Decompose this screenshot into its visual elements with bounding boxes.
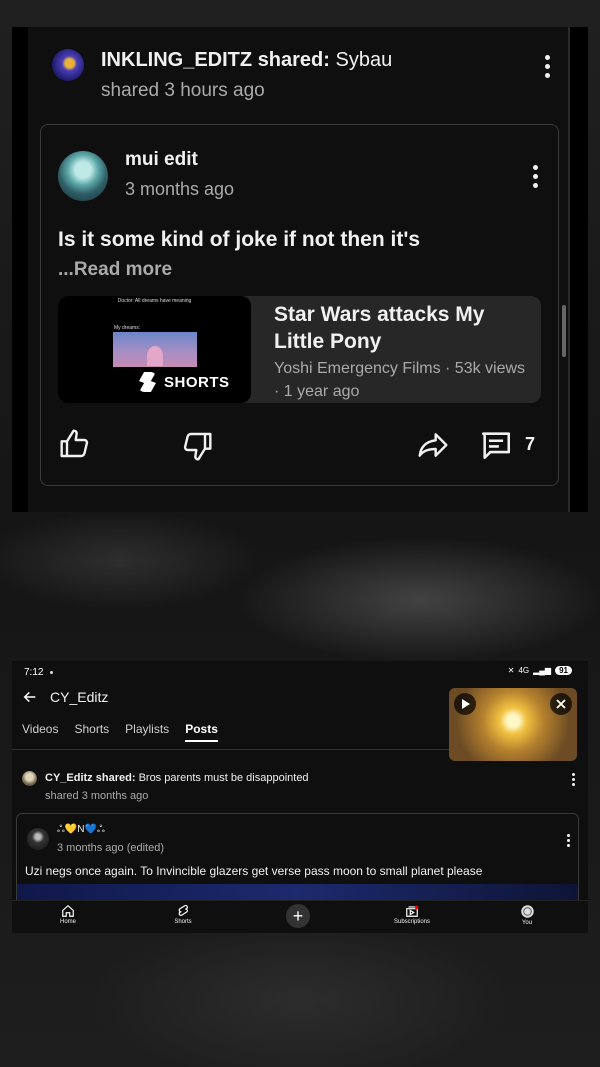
shorts-badge: SHORTS	[139, 372, 230, 392]
nav-subscriptions-label: Subscriptions	[393, 919, 431, 925]
post-more-options-icon[interactable]	[567, 834, 570, 847]
shared-label: shared:	[257, 49, 330, 71]
post-body: Uzi negs once again. To Invincible glaze…	[25, 864, 483, 878]
shorts-icon	[178, 904, 188, 916]
nav-home[interactable]: Home	[38, 904, 98, 925]
shared-text: Bros parents must be disappointed	[138, 772, 309, 784]
thumbnail-image	[113, 332, 197, 367]
shared-time: shared 3 months ago	[45, 790, 149, 802]
mini-player[interactable]	[449, 688, 577, 761]
comment-icon[interactable]	[479, 428, 513, 462]
close-icon	[556, 699, 566, 709]
plus-icon: +	[292, 906, 304, 926]
you-avatar-icon	[520, 905, 534, 918]
author-avatar[interactable]	[27, 828, 49, 850]
nav-home-label: Home	[59, 919, 76, 925]
post-author[interactable]: mui edit	[125, 149, 198, 171]
post-time: 3 months ago	[125, 179, 235, 199]
back-arrow-icon[interactable]	[22, 689, 38, 705]
nav-shorts-label: Shorts	[174, 919, 192, 925]
more-options-icon[interactable]	[545, 55, 550, 78]
video-attachment[interactable]: Doctor: All dreams have meaning My dream…	[58, 296, 541, 403]
dislike-icon[interactable]	[181, 430, 213, 462]
tab-posts[interactable]: Posts	[185, 722, 218, 742]
video-thumbnail[interactable]: Doctor: All dreams have meaning My dream…	[58, 296, 251, 403]
home-icon	[62, 904, 74, 917]
share-icon[interactable]	[416, 429, 450, 461]
tab-playlists[interactable]: Playlists	[125, 722, 169, 742]
create-button[interactable]: +	[286, 904, 310, 928]
play-button[interactable]	[454, 693, 476, 715]
mute-icon: ✕	[507, 666, 515, 675]
sharer-name[interactable]: CY_Editz	[45, 772, 93, 784]
battery-level: 91	[555, 666, 572, 675]
play-icon	[462, 699, 470, 709]
read-more-link[interactable]: ...Read more	[58, 259, 172, 281]
channel-tabs: Videos Shorts Playlists Posts	[22, 722, 234, 742]
bottom-navigation: Home Shorts + Subscriptions You	[12, 900, 588, 933]
zoomed-post-panel: INKLING_EDITZ shared: Sybau shared 3 hou…	[12, 27, 588, 512]
comment-count: 7	[525, 434, 536, 454]
notification-dot-icon	[50, 671, 53, 674]
shared-label: shared:	[95, 772, 136, 784]
nav-you[interactable]: You	[497, 904, 557, 926]
post-body: Is it some kind of joke if not then it's	[58, 228, 421, 251]
panel-edge-left	[12, 27, 28, 512]
scrollbar-thumb[interactable]	[562, 305, 566, 357]
post-time: 3 months ago (edited)	[57, 842, 165, 854]
shared-time: shared 3 hours ago	[101, 80, 265, 101]
subscriptions-icon	[406, 905, 419, 917]
panel-edge-right	[568, 27, 588, 512]
post-author[interactable]: ஃ💛N💙ஃ	[57, 824, 105, 836]
status-indicators: ✕ 4G ▂▄▆ 91	[508, 666, 572, 675]
close-mini-player-button[interactable]	[550, 693, 572, 715]
signal-icon: ▂▄▆	[533, 666, 552, 675]
tab-shorts[interactable]: Shorts	[74, 722, 109, 742]
network-type: 4G	[518, 666, 530, 675]
nav-subscriptions[interactable]: Subscriptions	[382, 904, 442, 925]
like-icon[interactable]	[59, 428, 91, 460]
channel-name: CY_Editz	[50, 689, 109, 705]
original-post-card[interactable]: mui edit 3 months ago Is it some kind of…	[40, 124, 559, 486]
video-meta: Yoshi Emergency Films · 53k views · 1 ye…	[274, 360, 526, 400]
nav-you-label: You	[521, 920, 533, 926]
nav-shorts[interactable]: Shorts	[153, 904, 213, 925]
shared-post-title: CY_Editz shared: Bros parents must be di…	[45, 772, 309, 784]
shorts-logo-icon	[139, 372, 156, 392]
sharer-avatar[interactable]	[52, 49, 84, 81]
tabs-divider	[12, 749, 468, 750]
sharer-avatar[interactable]	[22, 771, 37, 786]
more-options-icon[interactable]	[572, 773, 575, 786]
post-more-options-icon[interactable]	[533, 165, 538, 188]
shared-post-title: INKLING_EDITZ shared: Sybau	[101, 49, 392, 72]
shorts-badge-label: SHORTS	[164, 373, 230, 391]
status-time: 7:12	[24, 667, 44, 678]
thumb-caption-mid: My dreams:	[114, 325, 141, 331]
thumb-caption-top: Doctor: All dreams have meaning	[117, 298, 192, 304]
phone-screen: 7:12 ✕ 4G ▂▄▆ 91 CY_Editz Videos Shorts …	[12, 661, 588, 933]
tab-videos[interactable]: Videos	[22, 722, 58, 742]
sharer-name[interactable]: INKLING_EDITZ	[101, 49, 252, 71]
video-title[interactable]: Star Wars attacks My Little Pony	[274, 301, 534, 355]
author-avatar[interactable]	[58, 151, 108, 201]
shared-text: Sybau	[335, 49, 393, 71]
